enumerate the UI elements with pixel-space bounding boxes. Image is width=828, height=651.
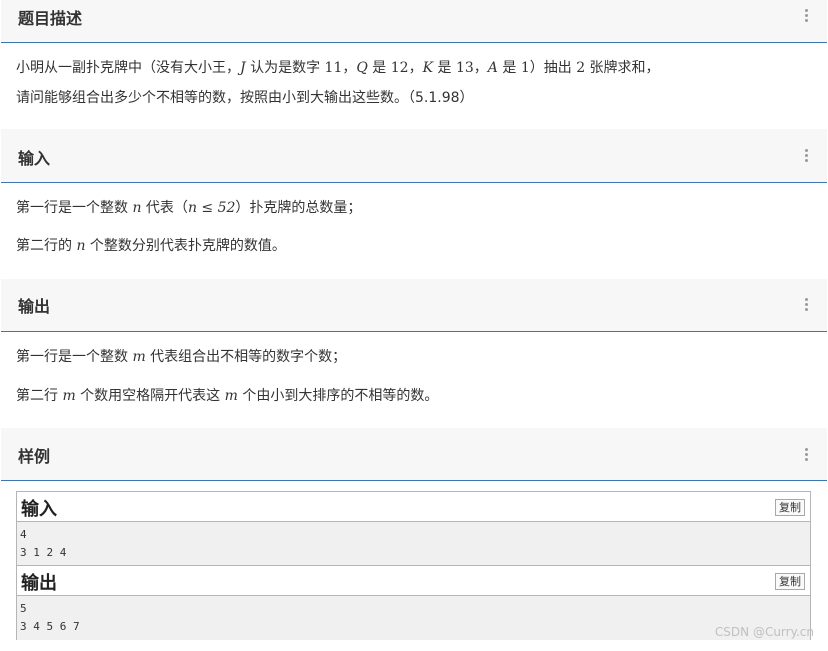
math-m: m [224,388,238,404]
sample-output-head: 输出 复制 [17,566,810,596]
output-line-1: 第一行是一个整数 m 代表组合出不相等的数字个数； [16,346,346,366]
sample-output-label: 输出 [21,573,57,594]
sample-input-head: 输入 复制 [17,492,810,522]
sample-output-row: 3 4 5 6 7 [20,620,80,633]
sample-input-row: 3 1 2 4 [20,546,67,559]
math-q: Q [356,60,368,76]
description-line-1: 小明从一副扑克牌中（没有大小王，J 认为是数字 11，Q 是 12，K 是 13… [16,57,660,77]
sample-output-row: 5 [20,602,27,615]
kebab-menu-icon[interactable] [805,149,809,164]
sample-input-row: 4 [20,528,27,541]
sample-input-body: 4 3 1 2 4 [17,522,810,566]
math-13: 13 [455,60,474,76]
kebab-menu-icon[interactable] [805,448,809,463]
output-line-2: 第二行 m 个数用空格隔开代表这 m 个由小到大排序的不相等的数。 [16,385,438,405]
text: 第二行 [16,388,63,404]
text: 是 [497,60,521,76]
text: 代表（ [141,200,188,216]
kebab-menu-icon[interactable] [805,298,809,313]
text: 第二行的 [16,238,77,254]
text: 个由小到大排序的不相等的数。 [237,388,439,404]
text: 第一行是一个整数 [16,349,133,365]
description-header: 题目描述 [1,0,827,43]
math-12: 12 [390,60,409,76]
math-11: 11 [324,60,343,76]
input-line-1: 第一行是一个整数 n 代表（n ≤ 52）扑克牌的总数量； [16,197,361,217]
math-m: m [62,388,76,404]
text: 张牌求和， [585,60,660,76]
text: ， [342,60,357,76]
math-condition: n ≤ 52 [187,200,236,216]
text: 第一行是一个整数 [16,200,133,216]
sample-title: 样例 [18,447,51,466]
copy-input-button[interactable]: 复制 [775,499,805,516]
text: 代表组合出不相等的数字个数； [145,349,347,365]
description-line-2: 请问能够组合出多少个不相等的数，按照由小到大输出这些数。（5.1.98） [16,90,474,106]
text: 小明从一副扑克牌中（没有大小王， [16,60,240,76]
text: 是 [433,60,456,76]
math-k: K [422,60,434,76]
math-2: 2 [576,60,586,76]
math-1: 1 [520,60,530,76]
math-m: m [132,349,146,365]
watermark: CSDN @Curry.cn [714,625,814,639]
kebab-menu-icon[interactable] [805,9,809,24]
text: 是 [367,60,391,76]
input-line-2: 第二行的 n 个整数分别代表扑克牌的数值。 [16,235,286,255]
text: 认为是数字 [245,60,325,76]
text: 个整数分别代表扑克牌的数值。 [85,238,286,254]
math-a: A [487,60,498,76]
description-title: 题目描述 [18,9,83,28]
sample-input-box: 输入 复制 4 3 1 2 4 [16,491,811,566]
text: ）抽出 [529,60,577,76]
output-title: 输出 [18,297,51,316]
input-title: 输入 [18,149,51,168]
copy-output-button[interactable]: 复制 [775,573,805,590]
sample-input-label: 输入 [21,499,57,520]
text: ， [408,60,423,76]
sample-output-box: 输出 复制 5 3 4 5 6 7 [16,565,811,640]
input-header: 输入 [1,129,827,183]
output-header: 输出 [1,279,827,332]
text: ， [473,60,488,76]
sample-header: 样例 [1,428,827,481]
text: ）扑克牌的总数量； [235,200,362,216]
text: 个数用空格隔开代表这 [75,388,225,404]
sample-output-body: 5 3 4 5 6 7 [17,596,810,640]
